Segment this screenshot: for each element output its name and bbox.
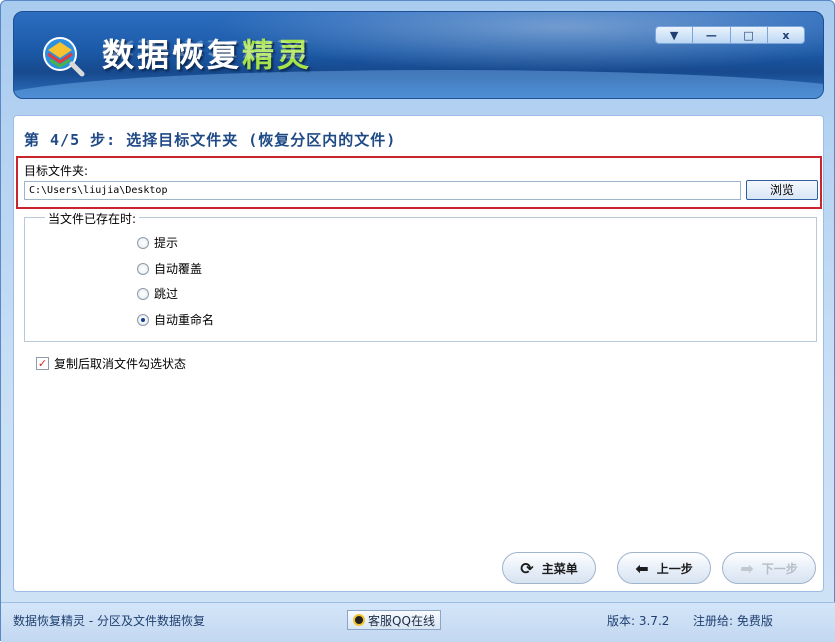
radio-label: 自动覆盖 [154,262,203,276]
maximize-icon[interactable]: □ [731,27,768,43]
prev-step-label: 上一步 [656,561,693,576]
radio-label: 跳过 [154,287,179,301]
radio-overwrite[interactable]: 自动覆盖 [137,260,202,277]
radio-label: 提示 [154,236,179,250]
close-icon[interactable]: x [768,27,804,43]
wizard-content: 第 4/5 步: 选择目标文件夹 (恢复分区内的文件) 目标文件夹: C:\Us… [13,115,824,592]
browse-button[interactable]: 浏览 [746,180,818,200]
qq-penguin-icon [353,614,366,626]
arrow-left-icon: ⬅ [635,558,649,578]
radio-button[interactable] [137,262,149,275]
header-banner: 数据恢复精灵 数据恢复精灵 ▼ — □ x [13,11,824,99]
refresh-icon: ⟳ [520,558,534,578]
window-controls: ▼ — □ x [655,26,805,44]
qq-support-label: 客服QQ在线 [368,613,435,628]
next-step-button[interactable]: ➡ 下一步 [722,552,816,584]
main-menu-label: 主菜单 [541,561,578,576]
prev-step-button[interactable]: ⬅ 上一步 [617,552,711,584]
window-frame: 数据恢复精灵 数据恢复精灵 ▼ — □ x 第 4/5 步: 选择目标文件夹 (… [0,0,835,642]
menu-dropdown-icon[interactable]: ▼ [656,27,694,43]
radio-prompt[interactable]: 提示 [137,234,178,251]
radio-label: 自动重命名 [154,313,215,327]
app-logo-icon [43,37,85,77]
version-text: 版本: 3.7.2 [607,614,670,628]
checkbox-label: 复制后取消文件勾选状态 [54,357,187,371]
arrow-right-icon: ➡ [740,558,754,578]
uncheck-after-copy-option[interactable]: ✓ 复制后取消文件勾选状态 [36,355,186,372]
app-title-reflection: 数据恢复精灵 [102,37,313,61]
status-app-description: 数据恢复精灵 - 分区及文件数据恢复 [13,614,205,628]
qq-support-button[interactable]: 客服QQ在线 [347,610,441,630]
status-bar: 数据恢复精灵 - 分区及文件数据恢复 客服QQ在线 版本: 3.7.2 注册给:… [1,602,835,642]
file-exists-group: 当文件已存在时: 提示 自动覆盖 跳过 自动重命名 [24,210,817,342]
radio-button[interactable] [137,287,149,300]
file-exists-legend: 当文件已存在时: [45,210,140,227]
radio-button-checked[interactable] [137,313,149,326]
checkbox-checked[interactable]: ✓ [36,357,49,370]
target-folder-label: 目标文件夹: [24,164,89,178]
radio-button[interactable] [137,236,149,249]
main-menu-button[interactable]: ⟳ 主菜单 [502,552,596,584]
step-title: 第 4/5 步: 选择目标文件夹 (恢复分区内的文件) [24,131,397,149]
registration-text: 注册给: 免费版 [693,614,773,628]
target-folder-section: 目标文件夹: C:\Users\liujia\Desktop 浏览 [16,156,822,209]
radio-skip[interactable]: 跳过 [137,285,178,302]
app-window: 数据恢复精灵 数据恢复精灵 ▼ — □ x 第 4/5 步: 选择目标文件夹 (… [0,0,835,642]
target-path-input[interactable]: C:\Users\liujia\Desktop [24,181,741,200]
next-step-label: 下一步 [761,561,798,576]
minimize-icon[interactable]: — [693,27,731,43]
radio-auto-rename[interactable]: 自动重命名 [137,311,214,328]
